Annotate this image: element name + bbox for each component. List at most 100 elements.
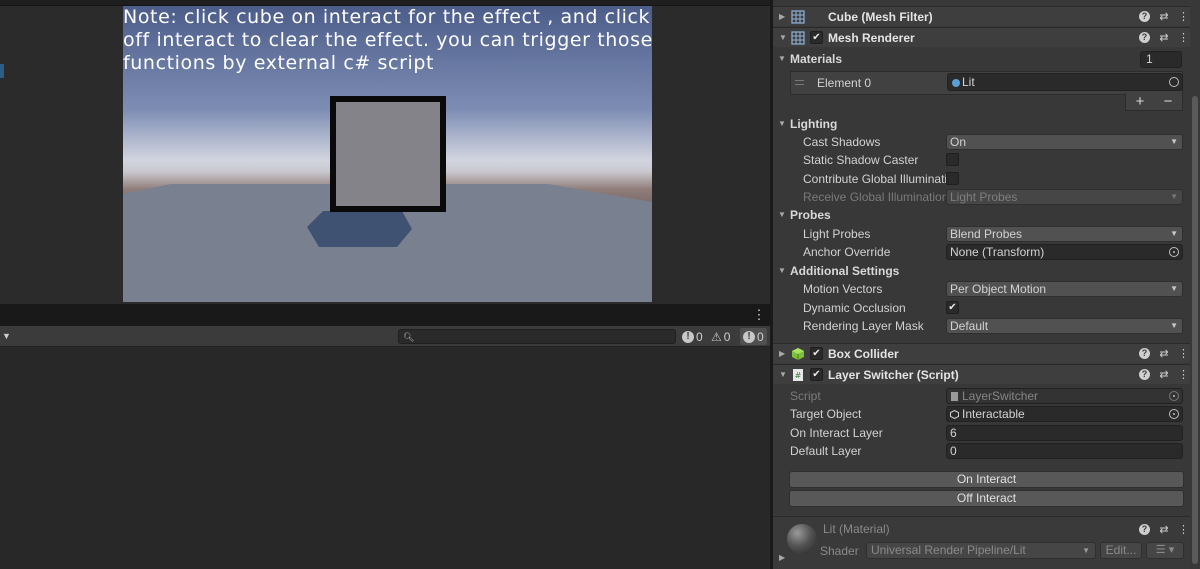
on-interact-button[interactable]: On Interact (789, 471, 1184, 488)
layer-switcher-header[interactable]: ▼ # ✔ Layer Switcher (Script) ? ⇄ ⋮ (773, 364, 1190, 384)
console-search-input[interactable]: 🔍︎ (398, 329, 676, 344)
on-interact-layer-input[interactable]: 6 (946, 425, 1183, 441)
off-interact-button[interactable]: Off Interact (789, 490, 1184, 507)
more-icon[interactable]: ⋮ (1178, 347, 1189, 360)
more-icon[interactable]: ⋮ (1178, 368, 1189, 381)
preset-icon[interactable]: ⇄ (1159, 523, 1169, 536)
list-icon: ☰ (1155, 544, 1166, 556)
box-collider-header[interactable]: ▶ ✔ Box Collider ? ⇄ ⋮ (773, 343, 1190, 363)
additional-settings-section[interactable]: ▼ Additional Settings (773, 262, 1190, 280)
target-object-field[interactable]: Interactable (946, 406, 1183, 422)
warning-count: 0 (723, 329, 731, 344)
lighting-section[interactable]: ▼ Lighting (773, 115, 1190, 133)
rendering-layer-dropdown[interactable]: Default ▼ (946, 318, 1183, 334)
script-row: Script LayerSwitcher (773, 387, 1190, 405)
kebab-menu-icon[interactable]: ⋮ (752, 307, 766, 323)
preset-icon[interactable]: ⇄ (1159, 31, 1169, 44)
shader-dropdown[interactable]: Universal Render Pipeline/Lit ▼ (866, 542, 1096, 559)
probes-section[interactable]: ▼ Probes (773, 206, 1190, 224)
info-counter-button[interactable]: ! 0 (682, 328, 703, 345)
field-label: Default Layer (790, 444, 862, 458)
contribute-gi-checkbox[interactable] (946, 172, 959, 185)
element-label: Element 0 (817, 76, 872, 90)
default-layer-input[interactable]: 0 (946, 443, 1183, 459)
material-title: Lit (Material) (823, 522, 890, 536)
fold-arrow-icon[interactable]: ▼ (778, 266, 786, 275)
motion-vectors-dropdown[interactable]: Per Object Motion ▼ (946, 281, 1183, 297)
info-count: 0 (696, 329, 703, 344)
shader-list-button[interactable]: ☰ ▾ (1146, 542, 1184, 559)
section-label: Lighting (790, 117, 838, 131)
object-picker-icon[interactable] (1169, 409, 1179, 419)
fold-arrow-icon[interactable]: ▶ (779, 12, 785, 21)
field-label: Anchor Override (803, 245, 891, 259)
materials-section[interactable]: ▼ Materials (773, 50, 1190, 68)
fold-arrow-icon[interactable]: ▼ (779, 370, 787, 379)
field-label: Cast Shadows (803, 135, 881, 149)
chevron-down-icon[interactable]: ▼ (2, 329, 14, 343)
component-title: Mesh Renderer (828, 30, 915, 45)
preset-icon[interactable]: ⇄ (1159, 10, 1169, 23)
dropdown-value: Default (950, 319, 989, 333)
remove-button[interactable]: − (1164, 93, 1173, 110)
inspector-scrollbar[interactable] (1192, 96, 1198, 564)
warning-counter-button[interactable]: ⚠ 0 (711, 328, 730, 345)
help-icon[interactable]: ? (1139, 369, 1150, 380)
list-add-remove: + − (1125, 93, 1183, 111)
fold-arrow-icon[interactable]: ▼ (778, 54, 786, 63)
cast-shadows-dropdown[interactable]: On ▼ (946, 134, 1183, 150)
dropdown-value: Light Probes (950, 190, 1018, 204)
materials-count-field[interactable]: 1 (1140, 51, 1182, 68)
search-icon: 🔍︎ (403, 332, 415, 342)
grid-icon (791, 10, 805, 24)
drag-handle-icon[interactable] (795, 80, 804, 85)
default-layer-row: Default Layer 0 (773, 442, 1190, 460)
fold-arrow-icon[interactable]: ▶ (779, 553, 785, 562)
more-icon[interactable]: ⋮ (1178, 523, 1189, 536)
light-probes-dropdown[interactable]: Blend Probes ▼ (946, 226, 1183, 242)
object-picker-icon[interactable] (1169, 77, 1179, 87)
console-log-area[interactable] (0, 347, 770, 569)
enabled-checkbox[interactable]: ✔ (810, 31, 823, 44)
add-button[interactable]: + (1136, 93, 1145, 110)
help-icon[interactable]: ? (1139, 32, 1150, 43)
motion-vectors-row: Motion Vectors Per Object Motion ▼ (773, 280, 1190, 298)
chevron-down-icon: ▼ (1170, 229, 1178, 238)
more-icon[interactable]: ⋮ (1178, 10, 1189, 23)
error-counter-button[interactable]: ! 0 (740, 328, 767, 345)
fold-arrow-icon[interactable]: ▼ (779, 33, 787, 42)
field-label: Script (790, 389, 821, 403)
cube-object[interactable] (330, 96, 446, 212)
preset-icon[interactable]: ⇄ (1159, 368, 1169, 381)
mesh-filter-header[interactable]: ▶ Cube (Mesh Filter) ? ⇄ ⋮ (773, 6, 1190, 26)
static-shadow-row: Static Shadow Caster (773, 151, 1190, 169)
mesh-renderer-header[interactable]: ▼ ✔ Mesh Renderer ? ⇄ ⋮ (773, 27, 1190, 47)
shader-label: Shader (820, 544, 859, 558)
fold-arrow-icon[interactable]: ▼ (778, 210, 786, 219)
edit-shader-button[interactable]: Edit... (1100, 542, 1142, 559)
rendering-layer-row: Rendering Layer Mask Default ▼ (773, 317, 1190, 335)
help-icon[interactable]: ? (1139, 11, 1150, 22)
static-shadow-checkbox[interactable] (946, 153, 959, 166)
cube-icon (792, 348, 804, 360)
fold-arrow-icon[interactable]: ▼ (778, 119, 786, 128)
field-label: Contribute Global Illuminati (803, 172, 948, 186)
component-title: Cube (Mesh Filter) (828, 9, 933, 24)
more-icon[interactable]: ⋮ (1178, 31, 1189, 44)
object-picker-icon[interactable] (1169, 247, 1179, 257)
warning-icon: ⚠ (711, 329, 722, 344)
help-icon[interactable]: ? (1139, 348, 1150, 359)
enabled-checkbox[interactable]: ✔ (810, 368, 823, 381)
material-element-field[interactable]: Lit (947, 73, 1183, 91)
component-title: Box Collider (828, 346, 899, 361)
dynamic-occlusion-checkbox[interactable]: ✔ (946, 301, 959, 314)
anchor-override-field[interactable]: None (Transform) (946, 244, 1183, 260)
help-icon[interactable]: ? (1139, 524, 1150, 535)
fold-arrow-icon[interactable]: ▶ (779, 349, 785, 358)
chevron-down-icon: ▼ (1170, 137, 1178, 146)
field-label: On Interact Layer (790, 426, 883, 440)
field-label: Receive Global Illumination (803, 190, 949, 204)
enabled-checkbox[interactable]: ✔ (810, 347, 823, 360)
field-value: LayerSwitcher (962, 389, 1039, 403)
preset-icon[interactable]: ⇄ (1159, 347, 1169, 360)
